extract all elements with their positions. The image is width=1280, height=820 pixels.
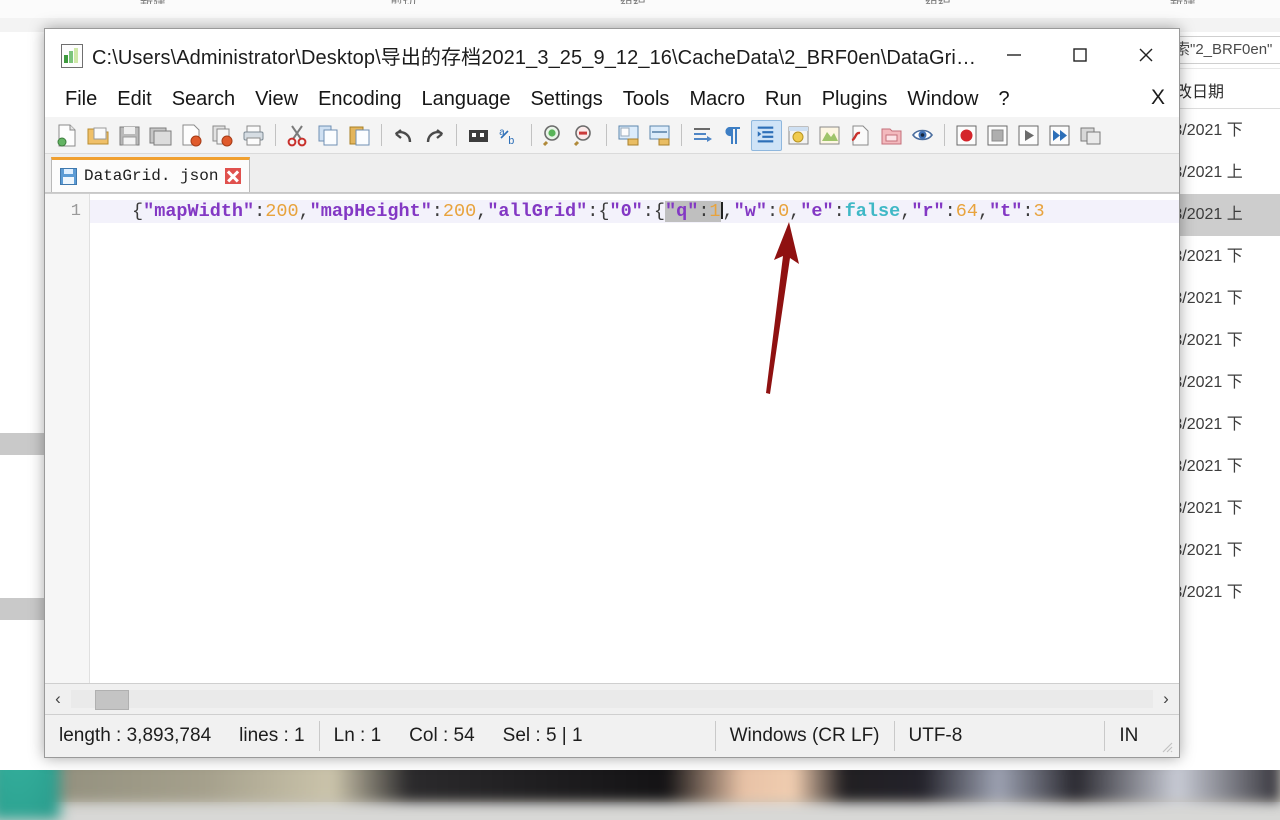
document-map-icon[interactable]	[815, 121, 844, 150]
ribbon-label-3[interactable]: 组织	[925, 0, 985, 4]
close-file-icon[interactable]	[177, 121, 206, 150]
toolbar-separator	[275, 124, 276, 146]
ribbon-label-0[interactable]: 新建	[140, 0, 200, 4]
copy-icon[interactable]	[314, 121, 343, 150]
title-bar[interactable]: C:\Users\Administrator\Desktop\导出的存档2021…	[45, 29, 1179, 81]
line-number: 1	[70, 202, 81, 221]
resize-grip-icon[interactable]	[1159, 739, 1173, 753]
maximize-button[interactable]	[1047, 29, 1113, 81]
menu-item-help[interactable]: ?	[988, 88, 1019, 111]
code-line-1[interactable]: {"mapWidth":200,"mapHeight":200,"allGrid…	[90, 200, 1179, 223]
record-macro-icon[interactable]	[952, 121, 981, 150]
code-content[interactable]: {"mapWidth":200,"mapHeight":200,"allGrid…	[90, 194, 1179, 683]
show-all-chars-icon[interactable]	[720, 121, 749, 150]
window-title: C:\Users\Administrator\Desktop\导出的存档2021…	[92, 46, 977, 69]
menu-item-language[interactable]: Language	[411, 88, 520, 111]
folder-as-workspace-icon[interactable]	[877, 121, 906, 150]
menu-item-search[interactable]: Search	[162, 88, 245, 111]
save-icon[interactable]	[115, 121, 144, 150]
status-encoding: UTF-8	[908, 725, 963, 746]
status-insert-mode: IN	[1119, 725, 1139, 746]
close-button[interactable]	[1113, 29, 1179, 81]
selected-text[interactable]: "q":1	[665, 201, 721, 222]
redo-icon[interactable]	[420, 121, 449, 150]
stop-macro-icon[interactable]	[983, 121, 1012, 150]
explorer-nav-band	[0, 433, 46, 455]
ribbon-label-4[interactable]: 新建	[1170, 0, 1230, 4]
notepadpp-icon	[59, 43, 83, 68]
toolbar-separator	[944, 124, 945, 146]
scrollbar-track[interactable]	[71, 690, 1153, 710]
menu-item-macro[interactable]: Macro	[679, 88, 755, 111]
indent-guide-icon[interactable]	[751, 119, 782, 151]
scroll-right-arrow[interactable]: ›	[1153, 686, 1179, 712]
toolbar-separator	[381, 124, 382, 146]
undo-icon[interactable]	[389, 121, 418, 150]
toolbar-separator	[606, 124, 607, 146]
save-blue-icon	[60, 167, 77, 185]
close-tab-icon[interactable]	[225, 168, 242, 184]
find-icon[interactable]	[464, 121, 493, 150]
status-lines: lines : 1	[239, 725, 305, 746]
menu-item-window[interactable]: Window	[897, 88, 988, 111]
toolbar-separator	[456, 124, 457, 146]
toolbar-separator	[531, 124, 532, 146]
print-icon[interactable]	[239, 121, 268, 150]
explorer-nav-pane[interactable]	[0, 68, 46, 768]
editor-area[interactable]: 1 {"mapWidth":200,"mapHeight":200,"allGr…	[45, 193, 1179, 683]
svg-text:b: b	[508, 136, 515, 147]
menu-item-encoding[interactable]: Encoding	[308, 88, 411, 111]
explorer-nav-band	[0, 598, 46, 620]
explorer-ribbon[interactable]: 新建 剪切 组织 组织 新建	[0, 0, 1280, 19]
status-col: Col : 54	[409, 725, 475, 746]
save-all-icon[interactable]	[146, 121, 175, 150]
notepadpp-window[interactable]: C:\Users\Administrator\Desktop\导出的存档2021…	[44, 28, 1180, 758]
replace-icon[interactable]: ab	[495, 121, 524, 150]
ribbon-label-2[interactable]: 组织	[620, 0, 680, 4]
toolbar[interactable]: ab	[45, 117, 1179, 154]
tab-datagrid-json[interactable]: DataGrid. json	[51, 157, 251, 192]
menu-item-tools[interactable]: Tools	[613, 88, 680, 111]
monitoring-icon[interactable]	[908, 121, 937, 150]
menu-item-plugins[interactable]: Plugins	[812, 88, 898, 111]
status-sel: Sel : 5 | 1	[502, 725, 583, 746]
play-macro-icon[interactable]	[1014, 121, 1043, 150]
open-file-icon[interactable]	[84, 121, 113, 150]
menu-item-file[interactable]: File	[55, 88, 107, 111]
menu-item-edit[interactable]: Edit	[107, 88, 161, 111]
minimize-button[interactable]	[981, 29, 1047, 81]
menu-item-view[interactable]: View	[245, 88, 308, 111]
sync-horizontal-icon[interactable]	[645, 121, 674, 150]
uppercase-icon[interactable]	[784, 121, 813, 150]
ribbon-label-1[interactable]: 剪切	[390, 0, 450, 4]
toolbar-separator	[681, 124, 682, 146]
status-length: length : 3,893,784	[59, 725, 212, 746]
run-macro-multiple-icon[interactable]	[1045, 121, 1074, 150]
scrollbar-thumb[interactable]	[95, 690, 129, 710]
tab-bar[interactable]: DataGrid. json	[45, 154, 1179, 193]
status-ln: Ln : 1	[333, 725, 382, 746]
scroll-left-arrow[interactable]: ‹	[45, 686, 71, 712]
run-icon[interactable]	[1076, 121, 1105, 150]
menu-bar[interactable]: File Edit Search View Encoding Language …	[45, 81, 1179, 117]
sync-vertical-icon[interactable]	[614, 121, 643, 150]
status-bar: length : 3,893,784 lines : 1 Ln : 1 Col …	[45, 714, 1179, 757]
new-file-icon[interactable]	[53, 121, 82, 150]
line-number-gutter: 1	[45, 194, 90, 683]
close-all-icon[interactable]	[208, 121, 237, 150]
menu-item-settings[interactable]: Settings	[520, 88, 612, 111]
cut-icon[interactable]	[283, 121, 312, 150]
close-document-button[interactable]: X	[1151, 86, 1165, 110]
zoom-out-icon[interactable]	[570, 121, 599, 150]
window-controls[interactable]	[981, 29, 1179, 81]
menu-item-run[interactable]: Run	[755, 88, 812, 111]
paste-icon[interactable]	[345, 121, 374, 150]
horizontal-scrollbar[interactable]: ‹ ›	[45, 683, 1179, 714]
tab-label: DataGrid. json	[84, 167, 219, 185]
function-list-icon[interactable]	[846, 121, 875, 150]
status-eol: Windows (CR LF)	[729, 725, 880, 746]
word-wrap-icon[interactable]	[689, 121, 718, 150]
zoom-in-icon[interactable]	[539, 121, 568, 150]
